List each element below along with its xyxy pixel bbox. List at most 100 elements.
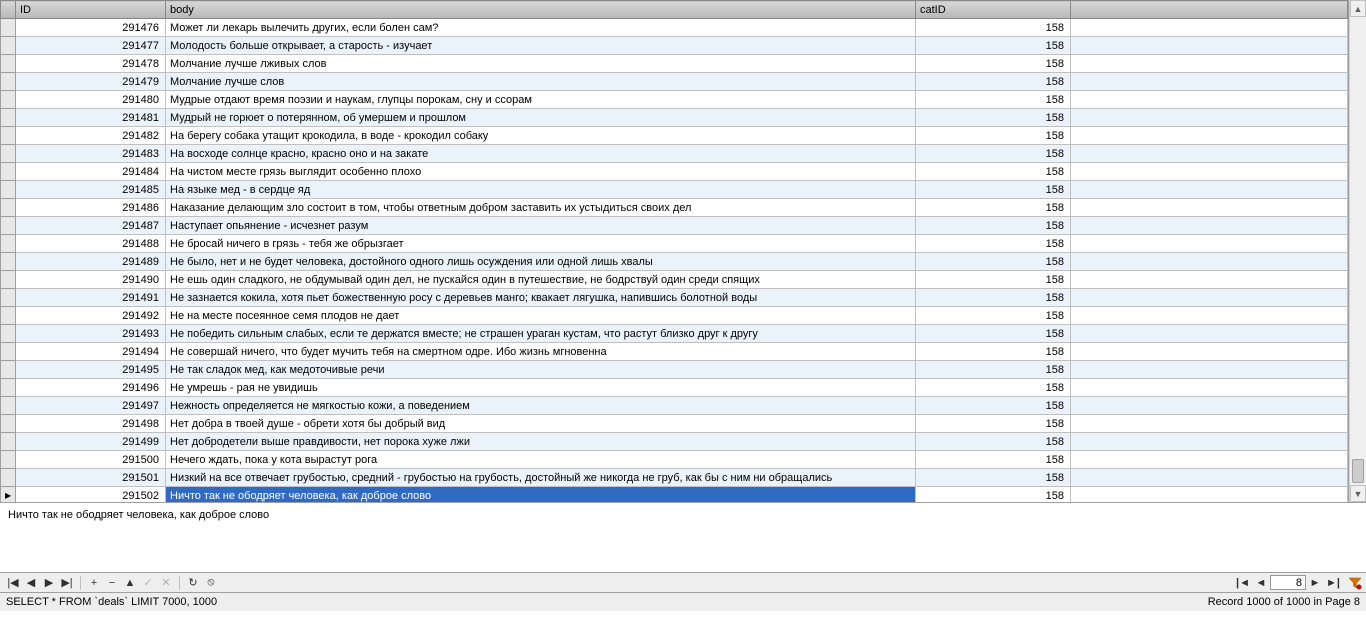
nav-last-button[interactable]: ▶| [58,575,76,591]
cell-blank[interactable] [1071,379,1348,397]
cell-catid[interactable]: 158 [916,55,1071,73]
cell-id[interactable]: 291486 [16,199,166,217]
cell-catid[interactable]: 158 [916,325,1071,343]
row-header-cell[interactable] [1,433,16,451]
nav-edit-button[interactable]: ▲ [121,575,139,591]
table-row[interactable]: 291481Мудрый не горюет о потерянном, об … [1,109,1348,127]
cell-id[interactable]: 291485 [16,181,166,199]
table-row[interactable]: 291477Молодость больше открывает, а стар… [1,37,1348,55]
row-header-cell[interactable] [1,199,16,217]
cell-blank[interactable] [1071,487,1348,503]
cell-catid[interactable]: 158 [916,145,1071,163]
cell-catid[interactable]: 158 [916,487,1071,503]
cell-id[interactable]: 291492 [16,307,166,325]
row-header-cell[interactable] [1,343,16,361]
cell-body[interactable]: Мудрые отдают время поэзии и наукам, глу… [166,91,916,109]
cell-body[interactable]: Мудрый не горюет о потерянном, об умерше… [166,109,916,127]
cell-id[interactable]: 291491 [16,289,166,307]
cell-blank[interactable] [1071,217,1348,235]
table-row[interactable]: 291494Не совершай ничего, что будет мучи… [1,343,1348,361]
row-header-cell[interactable] [1,271,16,289]
cell-id[interactable]: 291496 [16,379,166,397]
page-next-button[interactable]: ► [1306,575,1324,591]
cell-body[interactable]: На чистом месте грязь выглядит особенно … [166,163,916,181]
cell-body[interactable]: Нет добродетели выше правдивости, нет по… [166,433,916,451]
cell-blank[interactable] [1071,253,1348,271]
table-row[interactable]: 291496Не умрешь - рая не увидишь158 [1,379,1348,397]
cell-catid[interactable]: 158 [916,73,1071,91]
nav-post-button[interactable]: ✓ [139,575,157,591]
cell-catid[interactable]: 158 [916,181,1071,199]
scroll-track[interactable] [1350,17,1366,485]
nav-first-button[interactable]: |◀ [4,575,22,591]
cell-id[interactable]: 291484 [16,163,166,181]
scroll-up-button[interactable]: ▲ [1350,0,1366,17]
vertical-scrollbar[interactable]: ▲ ▼ [1349,0,1366,502]
cell-catid[interactable]: 158 [916,289,1071,307]
cell-body[interactable]: Не бросай ничего в грязь - тебя же обрыз… [166,235,916,253]
cell-blank[interactable] [1071,145,1348,163]
cell-id[interactable]: 291495 [16,361,166,379]
page-prev-button[interactable]: ◄ [1252,575,1270,591]
col-rowheader[interactable] [1,1,16,19]
cell-blank[interactable] [1071,37,1348,55]
cell-id[interactable]: 291498 [16,415,166,433]
row-header-cell[interactable] [1,307,16,325]
cell-body[interactable]: Нечего ждать, пока у кота вырастут рога [166,451,916,469]
table-row[interactable]: 291490Не ешь один сладкого, не обдумывай… [1,271,1348,289]
cell-body[interactable]: Может ли лекарь вылечить других, если бо… [166,19,916,37]
cell-catid[interactable]: 158 [916,397,1071,415]
row-header-cell[interactable] [1,19,16,37]
filter-icon[interactable] [1348,576,1362,590]
cell-blank[interactable] [1071,55,1348,73]
cell-id[interactable]: 291487 [16,217,166,235]
cell-body[interactable]: Не зазнается кокила, хотя пьет божествен… [166,289,916,307]
cell-body[interactable]: Нежность определяется не мягкостью кожи,… [166,397,916,415]
cell-blank[interactable] [1071,19,1348,37]
scroll-down-button[interactable]: ▼ [1350,485,1366,502]
cell-id[interactable]: 291476 [16,19,166,37]
cell-body[interactable]: Молчание лучше лживых слов [166,55,916,73]
nav-next-button[interactable]: ▶ [40,575,58,591]
table-row[interactable]: 291502Ничто так не ободряет человека, ка… [1,487,1348,503]
cell-catid[interactable]: 158 [916,343,1071,361]
cell-id[interactable]: 291497 [16,397,166,415]
table-row[interactable]: 291478Молчание лучше лживых слов158 [1,55,1348,73]
data-grid[interactable]: ID body catID 291476Может ли лекарь выле… [0,0,1348,502]
table-row[interactable]: 291497Нежность определяется не мягкостью… [1,397,1348,415]
row-header-cell[interactable] [1,451,16,469]
cell-body[interactable]: Не так сладок мед, как медоточивые речи [166,361,916,379]
cell-catid[interactable]: 158 [916,235,1071,253]
table-row[interactable]: 291476Может ли лекарь вылечить других, е… [1,19,1348,37]
cell-body[interactable]: На восходе солнце красно, красно оно и н… [166,145,916,163]
cell-catid[interactable]: 158 [916,109,1071,127]
cell-body[interactable]: Не ешь один сладкого, не обдумывай один … [166,271,916,289]
cell-catid[interactable]: 158 [916,19,1071,37]
row-header-cell[interactable] [1,181,16,199]
table-row[interactable]: 291487Наступает опьянение - исчезнет раз… [1,217,1348,235]
nav-cancel-button[interactable]: ✕ [157,575,175,591]
cell-catid[interactable]: 158 [916,217,1071,235]
cell-body[interactable]: Низкий на все отвечает грубостью, средни… [166,469,916,487]
row-header-cell[interactable] [1,397,16,415]
page-first-button[interactable]: |◄ [1234,575,1252,591]
cell-body[interactable]: Ничто так не ободряет человека, как добр… [166,487,916,503]
row-header-cell[interactable] [1,253,16,271]
cell-blank[interactable] [1071,181,1348,199]
cell-blank[interactable] [1071,91,1348,109]
cell-blank[interactable] [1071,235,1348,253]
cell-catid[interactable]: 158 [916,433,1071,451]
cell-body[interactable]: Не победить сильным слабых, если те держ… [166,325,916,343]
cell-blank[interactable] [1071,415,1348,433]
cell-catid[interactable]: 158 [916,307,1071,325]
row-header-cell[interactable] [1,145,16,163]
table-row[interactable]: 291483На восходе солнце красно, красно о… [1,145,1348,163]
cell-catid[interactable]: 158 [916,379,1071,397]
table-row[interactable]: 291491Не зазнается кокила, хотя пьет бож… [1,289,1348,307]
nav-stop-button[interactable]: ⦸ [202,575,220,591]
cell-catid[interactable]: 158 [916,91,1071,109]
row-header-cell[interactable] [1,73,16,91]
table-row[interactable]: 291499Нет добродетели выше правдивости, … [1,433,1348,451]
cell-blank[interactable] [1071,199,1348,217]
cell-blank[interactable] [1071,325,1348,343]
